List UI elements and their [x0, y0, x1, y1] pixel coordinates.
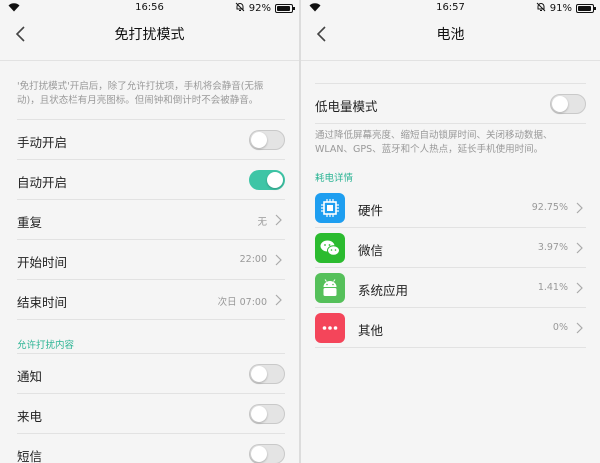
title-bar: 电池 [301, 16, 600, 52]
app-name: 微信 [358, 243, 384, 258]
chevron-right-icon [275, 214, 282, 226]
more-dots-icon [315, 313, 345, 343]
app-percent: 1.41% [537, 282, 568, 293]
start-time-value: 22:00 [239, 254, 267, 265]
list-item[interactable]: 系统应用 1.41% [315, 268, 586, 308]
row-label: 结束时间 [17, 295, 68, 310]
allow-section-title: 允许打扰内容 [17, 340, 75, 351]
battery-icon [275, 4, 295, 13]
battery-icon [576, 4, 596, 13]
row-label: 低电量模式 [315, 99, 378, 114]
row-label: 开始时间 [17, 255, 68, 270]
incoming-call-toggle[interactable] [249, 404, 285, 424]
app-name: 其他 [358, 323, 384, 338]
title-bar: 免打扰模式 [0, 16, 299, 52]
page-title: 电池 [436, 27, 465, 43]
sms-toggle[interactable] [249, 444, 285, 463]
chevron-right-icon [275, 294, 282, 306]
repeat-row[interactable]: 重复 无 [17, 200, 285, 240]
battery-screen: 16:57 91% 电池 低电量模式 通过降低屏幕亮度、缩短自动锁屏时间、关闭移… [301, 0, 600, 463]
app-percent: 92.75% [531, 202, 568, 213]
chevron-right-icon [576, 202, 583, 214]
bell-muted-icon [536, 2, 546, 15]
low-power-description: 通过降低屏幕亮度、缩短自动锁屏时间、关闭移动数据、WLAN、GPS、蓝牙和个人热… [315, 130, 553, 155]
low-power-row[interactable]: 低电量模式 [315, 84, 586, 124]
app-name: 系统应用 [358, 283, 409, 298]
auto-enable-toggle[interactable] [249, 170, 285, 190]
incoming-call-row[interactable]: 来电 [17, 394, 285, 434]
row-label: 手动开启 [17, 135, 68, 150]
start-time-row[interactable]: 开始时间 22:00 [17, 240, 285, 280]
notification-toggle[interactable] [249, 364, 285, 384]
end-time-row[interactable]: 结束时间 次日 07:00 [17, 280, 285, 320]
low-power-toggle[interactable] [550, 94, 586, 114]
list-item[interactable]: 其他 0% [315, 308, 586, 348]
app-name: 硬件 [358, 203, 384, 218]
chevron-right-icon [576, 282, 583, 294]
notification-row[interactable]: 通知 [17, 354, 285, 394]
sms-row[interactable]: 短信 [17, 434, 285, 463]
dnd-description: '免打扰模式'开启后，除了允许打扰项，手机将会静音(无振动)，且状态栏有月亮图标… [17, 81, 264, 106]
wechat-icon [315, 233, 345, 263]
dnd-screen: 16:56 92% 免打扰模式 '免打扰模式'开启后，除了允许打扰项，手机将会静… [0, 0, 299, 463]
page-title: 免打扰模式 [114, 27, 185, 43]
battery-percent: 91% [549, 3, 572, 14]
row-label: 自动开启 [17, 175, 68, 190]
status-bar: 16:56 92% [0, 0, 299, 16]
end-time-value: 次日 07:00 [217, 297, 267, 308]
battery-percent: 92% [248, 3, 271, 14]
row-label: 来电 [17, 409, 43, 424]
android-icon [315, 273, 345, 303]
auto-enable-row[interactable]: 自动开启 [17, 160, 285, 200]
row-label: 通知 [17, 369, 43, 384]
bell-muted-icon [235, 2, 245, 15]
row-label: 重复 [17, 215, 43, 230]
list-item[interactable]: 硬件 92.75% [315, 188, 586, 228]
app-percent: 3.97% [537, 242, 568, 253]
chevron-right-icon [275, 254, 282, 266]
repeat-value: 无 [257, 217, 267, 228]
manual-enable-row[interactable]: 手动开启 [17, 120, 285, 160]
chevron-right-icon [576, 242, 583, 254]
consumption-section-title: 耗电详情 [315, 173, 354, 184]
list-item[interactable]: 微信 3.97% [315, 228, 586, 268]
chevron-right-icon [576, 322, 583, 334]
row-label: 短信 [17, 449, 43, 463]
status-bar: 16:57 91% [301, 0, 600, 16]
app-percent: 0% [552, 322, 568, 333]
hardware-chip-icon [315, 193, 345, 223]
manual-enable-toggle[interactable] [249, 130, 285, 150]
